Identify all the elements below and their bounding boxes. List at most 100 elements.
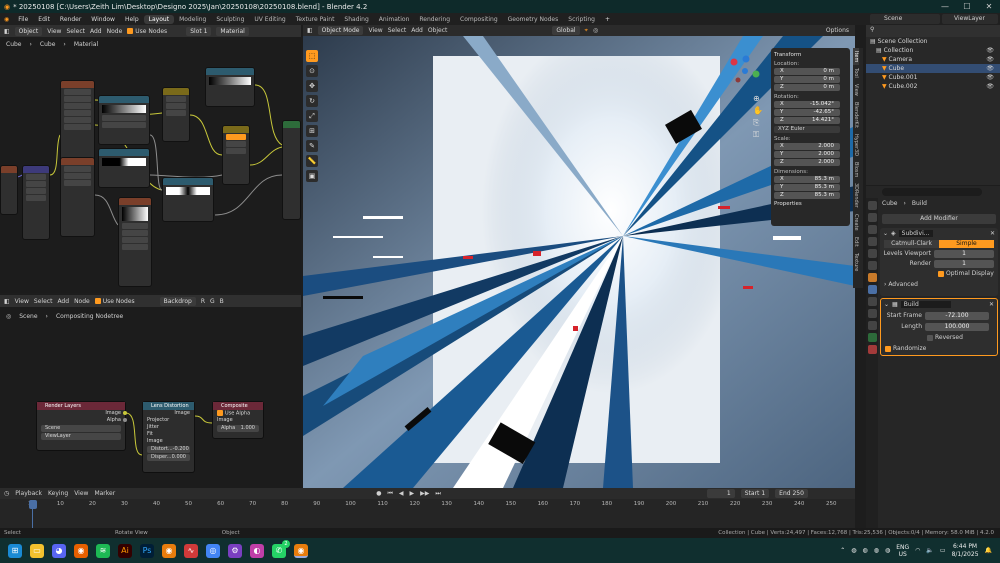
node-field[interactable] (102, 115, 146, 121)
cursor-icon[interactable]: ⊙ (306, 65, 318, 77)
dimensions-z-field[interactable]: Z 85.3 m (774, 192, 840, 199)
noise-texture-node[interactable] (60, 157, 95, 237)
optimal-display-checkbox[interactable]: Optimal Display (938, 270, 998, 278)
projector-checkbox[interactable]: Projector (143, 417, 194, 424)
windows-start-icon[interactable]: ⊞ (8, 543, 22, 558)
node-field[interactable] (64, 180, 91, 186)
playhead[interactable] (29, 500, 37, 509)
modifier-header[interactable]: ⌄ ◈ Subdivi... ✕ (880, 228, 998, 238)
levels-viewport-field[interactable]: 1 (934, 250, 994, 258)
scale-icon[interactable]: ⤢ (306, 110, 318, 122)
whatsapp-icon[interactable]: ✆ 2 (272, 539, 290, 558)
scale-z-field[interactable]: Z 2.000 (774, 159, 840, 166)
render-layers-node[interactable]: Render Layers Image Alpha Scene ViewLaye… (36, 401, 127, 451)
tray-app-icon[interactable]: ◍ (885, 547, 890, 554)
editor-type-icon[interactable]: ◧ (307, 27, 313, 34)
rotation-mode-dropdown[interactable]: XYZ Euler (774, 126, 840, 133)
spotify-icon[interactable]: ≋ (96, 543, 110, 558)
tray-app-icon[interactable]: ◍ (862, 547, 867, 554)
scale-x-field[interactable]: X 2.000 (774, 143, 840, 150)
object-icon[interactable] (867, 273, 877, 282)
node-field[interactable] (166, 103, 186, 109)
jitter-checkbox[interactable]: Jitter (143, 424, 194, 431)
render-icon[interactable] (867, 213, 877, 222)
blender-legacy-icon[interactable]: ◉ (162, 543, 176, 558)
outliner-row-cube[interactable]: ▼ Cube 👁 (866, 64, 1000, 73)
tab-texture-paint[interactable]: Texture Paint (291, 15, 340, 24)
modifier-icon[interactable] (867, 285, 877, 294)
photoshop-icon[interactable]: Ps (140, 543, 154, 558)
clock[interactable]: 6:44 PM 8/1/2025 (952, 543, 979, 559)
tab-hyper3d[interactable]: Hyper3D (853, 131, 859, 159)
color-ramp-gradient[interactable] (122, 207, 148, 221)
render-levels-field[interactable]: 1 (934, 260, 994, 268)
eye-icon[interactable]: 👁 (986, 82, 994, 91)
vp-add-menu[interactable]: Add (411, 27, 423, 34)
language-indicator[interactable]: ENG US (896, 544, 909, 558)
tray-app-icon[interactable]: ◍ (874, 547, 879, 554)
maximize-button[interactable]: ☐ (956, 2, 978, 11)
data-icon[interactable] (867, 333, 877, 342)
menu-render[interactable]: Render (55, 16, 86, 23)
playback-menu[interactable]: Playback (15, 490, 42, 497)
modifier-header[interactable]: ⌄ ▦ Build ✕ (881, 299, 997, 309)
timeline-view-menu[interactable]: View (74, 490, 88, 497)
start-frame-field[interactable]: -72.100 (925, 312, 989, 320)
tab-view[interactable]: View (853, 81, 859, 99)
tab-texture[interactable]: Texture (853, 250, 859, 274)
view-layer-field[interactable]: ViewLayer (41, 433, 121, 440)
world-icon[interactable] (867, 261, 877, 270)
node-field[interactable] (166, 110, 186, 116)
rotate-icon[interactable]: ↻ (306, 95, 318, 107)
tab-blenderkit[interactable]: BlenderKit (853, 99, 859, 131)
node-field[interactable] (122, 244, 148, 250)
outliner-row-cube001[interactable]: ▼ Cube.001 👁 (866, 73, 1000, 82)
node-field[interactable] (102, 122, 146, 128)
tab-rendering[interactable]: Rendering (414, 15, 455, 24)
constraints-icon[interactable] (867, 321, 877, 330)
orientation-dropdown[interactable]: Global (552, 26, 580, 35)
view-layer-icon[interactable] (867, 237, 877, 246)
app-chart-icon[interactable]: ∿ (184, 543, 198, 558)
tab-scripting[interactable]: Scripting (563, 15, 600, 24)
lens-distortion-node[interactable]: Lens Distortion Image Projector Jitter F… (142, 401, 195, 473)
texture-coordinate-node[interactable] (0, 165, 18, 215)
node-field[interactable] (122, 237, 148, 243)
node-field[interactable] (122, 230, 148, 236)
close-icon[interactable]: ✕ (989, 301, 994, 308)
tab-compositing[interactable]: Compositing (455, 15, 503, 24)
tab-item[interactable]: Item (853, 48, 859, 66)
proportional-icon[interactable]: ◎ (593, 27, 598, 34)
mapping-node[interactable] (22, 165, 50, 240)
select-box-icon[interactable]: ⬚ (306, 50, 318, 62)
eye-icon[interactable]: 👁 (986, 46, 994, 55)
app-gradient-icon[interactable]: ◐ (250, 543, 264, 558)
tab-sculpting[interactable]: Sculpting (211, 15, 249, 24)
close-button[interactable]: ✕ (978, 2, 1000, 11)
next-key-icon[interactable]: ▶▶ (420, 490, 429, 497)
minimize-button[interactable]: — (934, 2, 956, 11)
transform-icon[interactable]: ⊞ (306, 125, 318, 137)
vp-object-menu[interactable]: Object (428, 27, 448, 34)
menu-help[interactable]: Help (120, 16, 144, 23)
tab-modeling[interactable]: Modeling (174, 15, 211, 24)
snap-icon[interactable]: ⌖ (585, 27, 588, 35)
tab-geometry-nodes[interactable]: Geometry Nodes (503, 15, 564, 24)
node-field[interactable] (122, 223, 148, 229)
node-field[interactable] (64, 173, 91, 179)
outliner-row-cube002[interactable]: ▼ Cube.002 👁 (866, 82, 1000, 91)
chevron-down-icon[interactable]: ⌄ (883, 230, 888, 237)
dimensions-y-field[interactable]: Y 85.3 m (774, 184, 840, 191)
chrome-icon[interactable]: ◎ (206, 543, 220, 558)
tab-uv-editing[interactable]: UV Editing (249, 15, 290, 24)
scene-icon[interactable] (867, 249, 877, 258)
location-x-field[interactable]: X0 m (774, 68, 840, 75)
vp-view-menu[interactable]: View (368, 27, 382, 34)
node-field[interactable] (64, 110, 91, 116)
node-field[interactable] (64, 103, 91, 109)
close-icon[interactable]: ✕ (990, 230, 995, 237)
node-field[interactable] (26, 188, 46, 194)
particles-icon[interactable] (867, 297, 877, 306)
blender-menu-icon[interactable]: ◉ (0, 16, 13, 23)
socket-icon[interactable] (123, 411, 127, 415)
